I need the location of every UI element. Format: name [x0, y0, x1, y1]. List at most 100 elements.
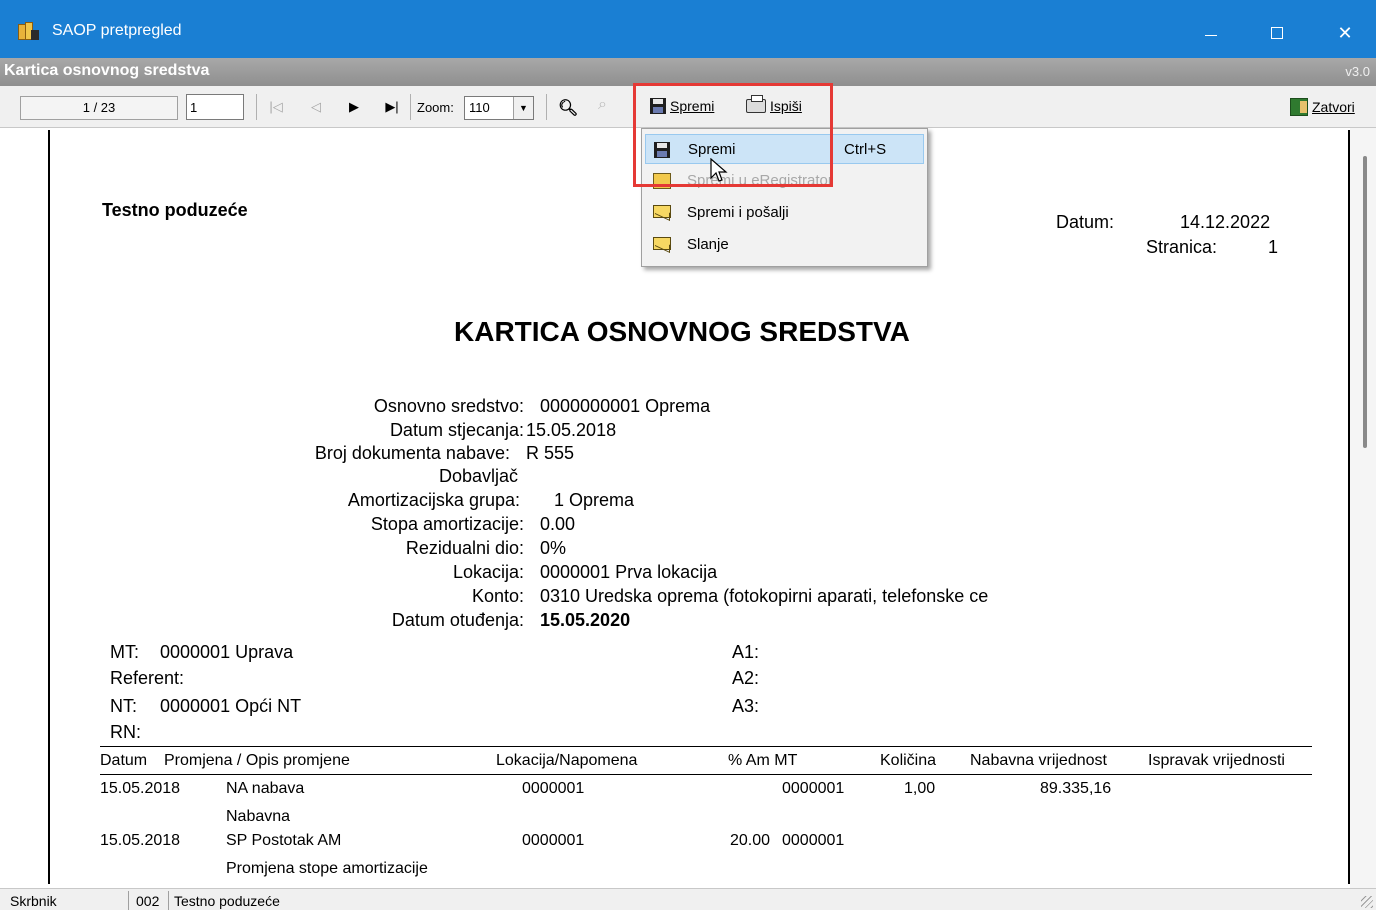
field-value: R 555	[526, 443, 575, 463]
menu-item-label: Slanje	[687, 236, 729, 253]
meta-label: MT:	[110, 642, 139, 662]
meta-label: A1:	[732, 642, 760, 662]
first-page-button[interactable]: |◁	[266, 96, 286, 118]
window-title: SAOP pretpregled	[52, 22, 182, 39]
field-label: Datum stjecanja:	[389, 420, 524, 440]
field-label: Datum otuđenja:	[391, 610, 524, 630]
menu-item-label: Spremi u eRegistrator	[687, 172, 833, 189]
meta-value: 0000001 Opći NT	[160, 696, 302, 716]
toolbar-separator	[256, 94, 257, 120]
zoom-label: Zoom:	[417, 100, 454, 115]
envelope-icon	[653, 205, 671, 218]
registrator-icon	[653, 173, 671, 189]
table-cell: SP Postotak AM	[226, 832, 342, 849]
status-company-code: 002	[136, 893, 160, 909]
save-button[interactable]: Spremi	[650, 98, 714, 114]
zoom-value: 110	[469, 100, 490, 115]
toolbar-separator	[634, 94, 635, 120]
meta-label: A3:	[732, 696, 760, 716]
menu-item-send[interactable]: Slanje	[645, 230, 924, 260]
company-name: Testno poduzeće	[102, 200, 248, 220]
zoom-select[interactable]: 110 ▼	[464, 96, 534, 120]
last-page-button[interactable]: ▶|	[382, 96, 402, 118]
menu-item-save-to-eregistrator[interactable]: Spremi u eRegistrator	[645, 166, 924, 196]
minimize-icon	[1205, 35, 1217, 36]
status-company-name: Testno poduzeće	[174, 893, 280, 909]
close-window-button[interactable]: ✕	[1322, 15, 1368, 51]
floppy-disk-icon	[650, 98, 666, 114]
save-dropdown-menu: Spremi Ctrl+S Spremi u eRegistrator Spre…	[641, 128, 928, 267]
close-preview-label: Zatvori	[1312, 99, 1355, 115]
report-caption: Kartica osnovnog sredstva	[4, 62, 210, 79]
table-cell: 0000001	[782, 780, 845, 797]
menu-item-save-and-send[interactable]: Spremi i pošalji	[645, 198, 924, 228]
meta-label: NT:	[110, 696, 137, 716]
table-cell: Nabavna	[226, 808, 291, 825]
table-top-rule	[100, 746, 1312, 747]
maximize-button[interactable]	[1254, 15, 1300, 51]
field-value: 0000000001 Oprema	[540, 396, 711, 416]
version-label: v3.0	[1345, 64, 1370, 79]
floppy-disk-icon	[654, 142, 670, 158]
mouse-cursor-icon	[710, 158, 728, 182]
save-button-label: Spremi	[670, 98, 715, 114]
status-separator	[168, 891, 169, 910]
status-separator	[128, 891, 129, 910]
close-preview-button[interactable]: Zatvori	[1290, 98, 1355, 116]
binoculars-icon[interactable]: 🔍︎	[558, 98, 578, 118]
report-caption-bar: Kartica osnovnog sredstva v3.0	[0, 58, 1376, 86]
menu-item-shortcut: Ctrl+S	[844, 141, 887, 158]
field-value: 0310 Uredska oprema (fotokopirni aparati…	[540, 586, 989, 606]
meta-label: A2:	[732, 668, 760, 688]
report-title: KARTICA OSNOVNOG SREDSTVA	[454, 316, 910, 347]
table-cell: 0000001	[522, 780, 585, 797]
page-number-input[interactable]	[186, 94, 244, 120]
field-value: 15.05.2018	[526, 420, 617, 440]
meta-label: Referent:	[110, 668, 185, 688]
maximize-icon	[1271, 27, 1283, 39]
column-header: Datum	[100, 752, 148, 769]
column-header: % Am MT	[728, 752, 798, 769]
table-cell: 0000001	[782, 832, 845, 849]
meta-label: RN:	[110, 722, 141, 742]
datum-label: Datum:	[1056, 212, 1115, 232]
previous-page-button[interactable]: ◁	[306, 96, 326, 118]
stranica-label: Stranica:	[1146, 237, 1218, 257]
field-label: Rezidualni dio:	[405, 538, 524, 558]
table-header-rule	[100, 774, 1312, 775]
menu-item-save[interactable]: Spremi Ctrl+S	[645, 134, 924, 164]
table-cell: 0000001	[522, 832, 585, 849]
field-value: 1 Oprema	[554, 490, 635, 510]
menu-item-label: Spremi i pošalji	[687, 204, 789, 221]
stranica-value: 1	[1268, 237, 1279, 257]
find-next-icon[interactable]: ⌕	[598, 96, 607, 114]
resize-grip-icon[interactable]	[1361, 896, 1373, 908]
scrollbar-thumb[interactable]	[1363, 156, 1367, 448]
page-indicator: 1 / 23	[20, 96, 178, 120]
chevron-down-icon[interactable]: ▼	[513, 97, 533, 119]
datum-value: 14.12.2022	[1180, 212, 1271, 232]
column-header: Promjena / Opis promjene	[164, 752, 350, 769]
table-cell: Promjena stope amortizacije	[226, 860, 428, 877]
minimize-button[interactable]	[1188, 15, 1234, 51]
table-cell: 20.00	[730, 832, 771, 849]
vertical-scrollbar[interactable]	[1350, 128, 1376, 888]
field-label: Stopa amortizacije:	[370, 514, 524, 534]
next-page-button[interactable]: ▶	[344, 96, 364, 118]
toolbar-separator	[410, 94, 411, 120]
status-bar: Skrbnik 002 Testno poduzeće	[0, 888, 1376, 910]
column-header: Nabavna vrijednost	[970, 752, 1107, 769]
column-header: Ispravak vrijednosti	[1148, 752, 1285, 769]
field-label: Osnovno sredstvo:	[373, 396, 524, 416]
next-page-icon: ▶	[349, 99, 359, 114]
last-page-icon: ▶|	[385, 99, 399, 114]
table-cell: 89.335,16	[1040, 780, 1112, 797]
table-cell: NA nabava	[226, 780, 305, 797]
print-button[interactable]: Ispiši	[746, 95, 802, 114]
field-label: Amortizacijska grupa:	[347, 490, 520, 510]
field-label: Konto:	[471, 586, 524, 606]
meta-value: 0000001 Uprava	[160, 642, 294, 662]
status-user: Skrbnik	[10, 893, 57, 909]
table-cell: 15.05.2018	[100, 832, 181, 849]
field-label: Lokacija:	[452, 562, 524, 582]
